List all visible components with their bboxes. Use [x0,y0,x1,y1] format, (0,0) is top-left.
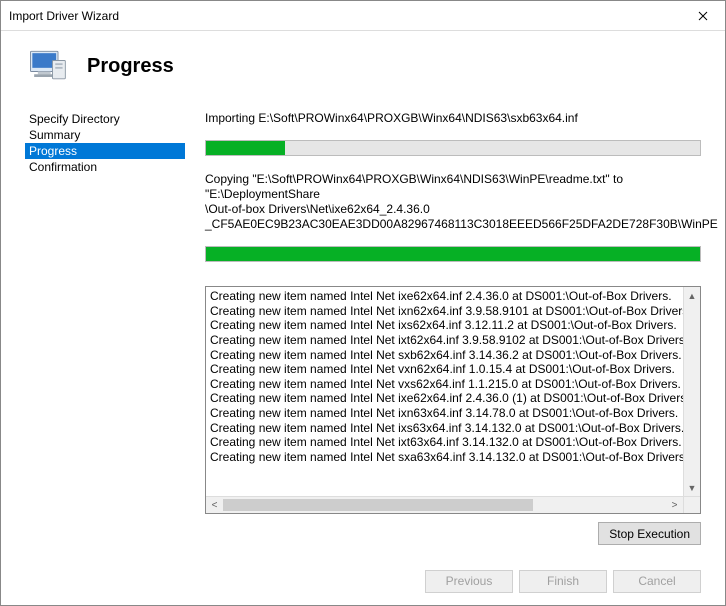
log-line: Creating new item named Intel Net sxa63x… [210,450,696,465]
wizard-window: Import Driver Wizard Progress Specify Di… [0,0,726,606]
log-line: Creating new item named Intel Net ixe62x… [210,289,696,304]
finish-button: Finish [519,570,607,593]
sidebar-item-specify-directory[interactable]: Specify Directory [25,111,185,127]
window-title: Import Driver Wizard [9,9,680,23]
footer: Previous Finish Cancel [1,557,725,605]
stop-execution-button[interactable]: Stop Execution [598,522,701,545]
log-line: Creating new item named Intel Net ixn62x… [210,304,696,319]
scroll-corner [683,497,700,514]
page-title: Progress [87,55,174,78]
scroll-down-icon[interactable]: ▼ [684,479,700,496]
status-line-2c: _CF5AE0EC9B23AC30EAE3DD00A82967468113C30… [205,217,701,232]
sidebar-item-confirmation[interactable]: Confirmation [25,159,185,175]
log-line: Creating new item named Intel Net ixs62x… [210,318,696,333]
scroll-up-icon[interactable]: ▲ [684,287,700,304]
log-output[interactable]: Creating new item named Intel Net ixe62x… [205,286,701,514]
previous-button: Previous [425,570,513,593]
hscroll-thumb[interactable] [223,499,533,511]
log-line: Creating new item named Intel Net ixe62x… [210,391,696,406]
log-line: Creating new item named Intel Net ixn63x… [210,406,696,421]
progress-bar-1 [205,140,701,156]
status-line-1: Importing E:\Soft\PROWinx64\PROXGB\Winx6… [205,111,701,126]
log-content: Creating new item named Intel Net ixe62x… [206,287,700,496]
horizontal-scrollbar[interactable]: < > [206,496,700,513]
log-line: Creating new item named Intel Net vxn62x… [210,362,696,377]
log-line: Creating new item named Intel Net sxb62x… [210,348,696,363]
content: Specify Directory Summary Progress Confi… [1,101,725,557]
log-line: Creating new item named Intel Net ixt62x… [210,333,696,348]
scroll-left-icon[interactable]: < [206,497,223,514]
header: Progress [1,31,725,101]
titlebar: Import Driver Wizard [1,1,725,31]
sidebar: Specify Directory Summary Progress Confi… [25,101,185,549]
vertical-scrollbar[interactable]: ▲ ▼ [683,287,700,496]
progress-bar-2-fill [206,247,700,261]
log-line: Creating new item named Intel Net ixt63x… [210,435,696,450]
scroll-right-icon[interactable]: > [666,497,683,514]
status-line-2b: \Out-of-box Drivers\Net\ixe62x64_2.4.36.… [205,202,701,217]
main-panel: Importing E:\Soft\PROWinx64\PROXGB\Winx6… [205,101,701,549]
progress-bar-1-fill [206,141,285,155]
progress-bar-2 [205,246,701,262]
hscroll-track[interactable] [223,497,666,513]
stop-row: Stop Execution [205,514,701,549]
log-line: Creating new item named Intel Net ixs63x… [210,421,696,436]
status-line-2a: Copying "E:\Soft\PROWinx64\PROXGB\Winx64… [205,172,701,202]
status-line-2: Copying "E:\Soft\PROWinx64\PROXGB\Winx64… [205,172,701,232]
computer-icon [25,44,69,88]
cancel-button: Cancel [613,570,701,593]
close-button[interactable] [680,1,725,30]
sidebar-item-progress[interactable]: Progress [25,143,185,159]
sidebar-item-summary[interactable]: Summary [25,127,185,143]
log-line: Creating new item named Intel Net vxs62x… [210,377,696,392]
close-icon [698,11,708,21]
